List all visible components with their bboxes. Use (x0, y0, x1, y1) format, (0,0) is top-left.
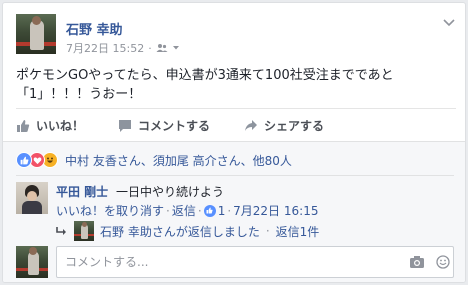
meta-dot: · (148, 41, 152, 55)
reply-summary-text: 石野 幸助さんが返信しました (100, 224, 260, 239)
comment-input[interactable] (57, 247, 397, 277)
author-avatar[interactable] (16, 14, 56, 54)
comment-like-count[interactable]: 1 (203, 203, 226, 218)
reactions-summary[interactable]: 中村 友香さん、須加尾 高介さん、他80人 (16, 150, 292, 170)
comment-composer (16, 246, 456, 278)
viewer-avatar (16, 246, 48, 278)
comment-label: コメントする (138, 119, 211, 133)
comment-button[interactable]: コメントする (118, 117, 210, 134)
share-button[interactable]: シェアする (244, 117, 324, 134)
comment-line: 平田 剛士 一日中やり続けよう (56, 183, 224, 200)
like-button[interactable]: いいね！ (16, 117, 84, 134)
action-bar: いいね！ コメントする シェアする (16, 108, 456, 142)
post-header: 石野 幸助 7月22日 15:52 · (16, 14, 456, 56)
reply-author-avatar (74, 221, 94, 241)
comment-item: 平田 剛士 一日中やり続けよう いいね！を取り消す · 返信 · 1 · 7月2… (16, 181, 456, 241)
share-icon (245, 119, 258, 131)
post-timestamp[interactable]: 7月22日 15:52 (66, 40, 144, 56)
like-label: いいね！ (36, 119, 85, 133)
like-icon (17, 119, 30, 132)
comment-text: 一日中やり続けよう (116, 185, 225, 199)
comment-actions: いいね！を取り消す · 返信 · 1 · 7月22日 16:15 (56, 202, 318, 219)
separator-dot: · (265, 224, 270, 238)
comment-time[interactable]: 7月22日 16:15 (233, 202, 318, 219)
commenter-avatar[interactable] (16, 182, 48, 214)
separator-dot: · (166, 203, 170, 218)
reply-arrow-icon (56, 227, 66, 235)
post-text: ポケモンGOやってたら、申込書が3通来て100社受注までであと「1」！！！うおー… (16, 68, 394, 102)
separator-dot: · (197, 203, 202, 218)
like-reaction-icon (16, 152, 32, 168)
post-meta: 7月22日 15:52 · (66, 40, 180, 56)
post-card: 石野 幸助 7月22日 15:52 · ポケモンGOやってたら、申込書が3通来て… (2, 2, 466, 283)
reaction-names[interactable]: 中村 友香さん、須加尾 高介さん、他80人 (65, 152, 292, 169)
friends-icon[interactable] (156, 43, 168, 53)
reply-count: 返信1件 (275, 224, 320, 239)
comment-icon (119, 119, 132, 132)
share-label: シェアする (264, 119, 325, 133)
like-count-value: 1 (217, 203, 226, 218)
author-name[interactable]: 石野 幸助 (66, 19, 123, 38)
divider (16, 175, 454, 176)
comments-area: 中村 友香さん、須加尾 高介さん、他80人 平田 剛士 一日中やり続けよう いい… (3, 141, 465, 282)
chevron-down-icon[interactable] (442, 18, 456, 28)
emoji-icon[interactable] (435, 255, 451, 269)
like-count-icon (203, 204, 216, 217)
separator-dot: · (227, 203, 232, 218)
comment-input-box[interactable] (56, 246, 454, 278)
comment-author[interactable]: 平田 剛士 (56, 185, 108, 199)
camera-icon[interactable] (409, 255, 425, 269)
reply-summary-row[interactable]: 石野 幸助さんが返信しました · 返信1件 (56, 221, 319, 241)
audience-chevron-icon[interactable] (172, 45, 180, 51)
reply-link[interactable]: 返信 (172, 202, 196, 219)
unlike-link[interactable]: いいね！を取り消す (56, 202, 164, 219)
